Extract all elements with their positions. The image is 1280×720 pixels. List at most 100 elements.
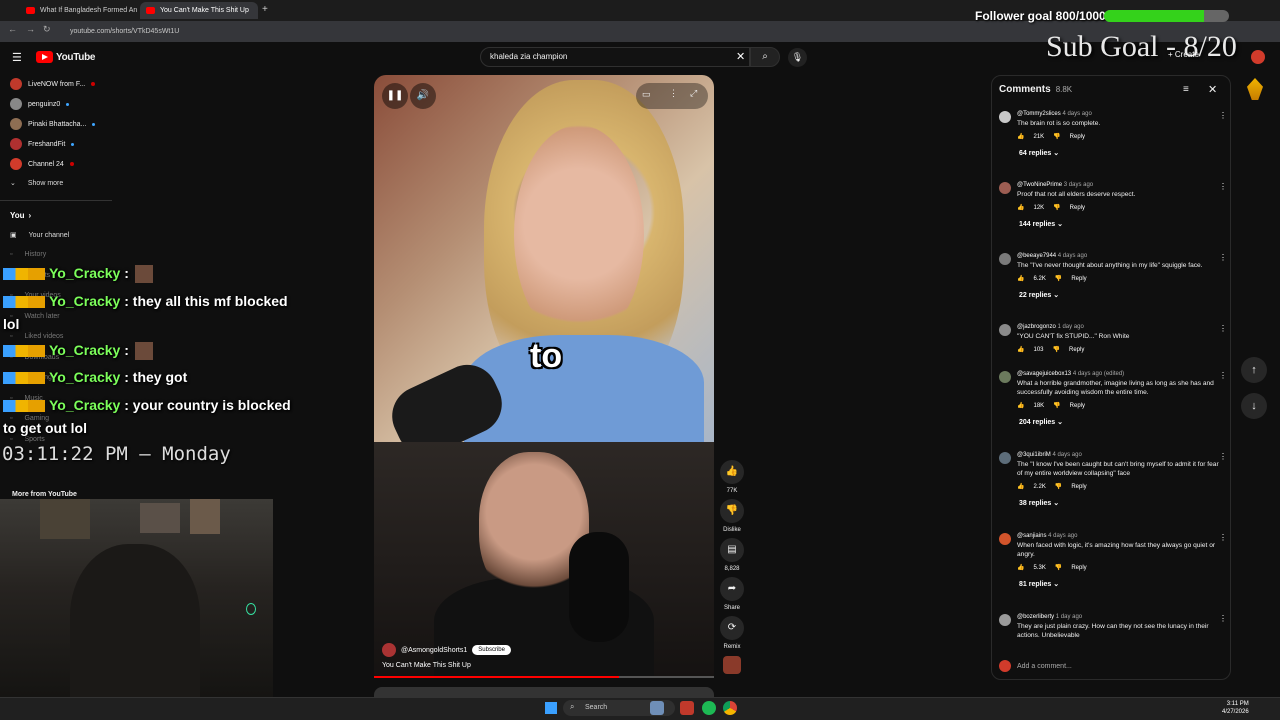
sidebar-subscription[interactable]: Pinaki Bhattacha... (10, 115, 96, 133)
account-avatar[interactable] (1251, 50, 1265, 64)
channel-avatar[interactable] (382, 643, 396, 657)
app-icon[interactable] (680, 701, 694, 715)
video-progress-bar[interactable] (374, 676, 714, 678)
comment-action[interactable]: ▤ 8,828 (720, 538, 744, 572)
fullscreen-icon[interactable]: ⤢ (690, 88, 697, 99)
pause-button[interactable]: ❚❚ (382, 83, 408, 109)
comment-author[interactable]: @TwoNinePrime (1017, 182, 1062, 188)
commenter-avatar[interactable] (999, 324, 1011, 336)
remix-action[interactable]: ⟳ Remix (720, 616, 744, 650)
dislike-icon[interactable]: 👎 (1055, 564, 1062, 571)
comment-more-icon[interactable]: ⋮ (1219, 111, 1227, 120)
dislike-icon[interactable]: 👎 (1055, 275, 1062, 282)
view-replies-button[interactable]: 64 replies ⌄ (1019, 149, 1225, 157)
sound-thumbnail[interactable] (723, 656, 741, 674)
like-action[interactable]: 👍 77K (720, 460, 744, 494)
comment-more-icon[interactable]: ⋮ (1219, 533, 1227, 542)
commenter-avatar[interactable] (999, 371, 1011, 383)
like-icon[interactable]: 👍 (1017, 133, 1024, 140)
dislike-icon[interactable]: 👎 (1055, 483, 1062, 490)
sidebar-you-header[interactable]: You › (10, 211, 31, 220)
previous-short-button[interactable]: ↑ (1241, 357, 1267, 383)
dislike-icon[interactable]: 👎 (720, 499, 744, 523)
sidebar-subscription[interactable]: Channel 24 (10, 155, 74, 173)
commenter-avatar[interactable] (999, 533, 1011, 545)
sort-comments-icon[interactable]: ≡ (1183, 84, 1189, 95)
reply-button[interactable]: Reply (1071, 565, 1086, 571)
like-icon[interactable]: 👍 (1017, 204, 1024, 211)
comment-author[interactable]: @beeaye7944 (1017, 253, 1056, 259)
reply-button[interactable]: Reply (1071, 484, 1086, 490)
next-short-button[interactable]: ↓ (1241, 393, 1267, 419)
comment-author[interactable]: @3qui1ibriM (1017, 452, 1051, 458)
forward-icon[interactable]: → (26, 24, 35, 34)
like-icon[interactable]: 👍 (1017, 346, 1024, 353)
sidebar-item[interactable]: ▫ History (10, 251, 46, 258)
share-icon[interactable]: ➦ (720, 577, 744, 601)
shorts-video-player[interactable]: to ❚❚ 🔊 ▭ ⋮ ⤢ (374, 75, 714, 442)
comment-author[interactable]: @Tommy2slices (1017, 111, 1061, 117)
channel-name[interactable]: @AsmongoldShorts1 (401, 647, 467, 654)
reply-button[interactable]: Reply (1069, 347, 1084, 353)
dislike-action[interactable]: 👎 Dislike (720, 499, 744, 533)
dislike-icon[interactable]: 👎 (1053, 133, 1060, 140)
view-replies-button[interactable]: 81 replies ⌄ (1019, 580, 1225, 588)
comment-more-icon[interactable]: ⋮ (1219, 182, 1227, 191)
commenter-avatar[interactable] (999, 452, 1011, 464)
view-replies-button[interactable]: 204 replies ⌄ (1019, 418, 1225, 426)
volume-button[interactable]: 🔊 (410, 83, 436, 109)
next-short-thumbnail[interactable] (374, 687, 714, 697)
new-tab-icon[interactable]: + (262, 4, 268, 15)
reply-button[interactable]: Reply (1070, 205, 1085, 211)
like-icon[interactable]: 👍 (1017, 275, 1024, 282)
comment-author[interactable]: @jazbrogonzo (1017, 324, 1056, 330)
comment-more-icon[interactable]: ⋮ (1219, 371, 1227, 380)
view-replies-button[interactable]: 22 replies ⌄ (1019, 291, 1225, 299)
spotify-icon[interactable] (702, 701, 716, 715)
share-action[interactable]: ➦ Share (720, 577, 744, 611)
more-options-icon[interactable]: ⋮ (669, 88, 678, 99)
voice-search-button[interactable]: 🎙 (788, 48, 807, 67)
comment-author[interactable]: @savagejuicebox13 (1017, 371, 1071, 377)
windows-start-icon[interactable] (545, 702, 557, 714)
close-comments-icon[interactable]: ✕ (1208, 83, 1217, 96)
add-comment-row[interactable]: Add a comment... (999, 660, 1072, 672)
subscribe-button[interactable]: Subscribe (472, 645, 511, 655)
create-button[interactable]: + Create (1168, 50, 1199, 59)
remix-icon[interactable]: ⟳ (720, 616, 744, 640)
sidebar-subscription[interactable]: penguinz0 (10, 95, 70, 113)
sidebar-item-your-channel[interactable]: ▣ Your channel (10, 231, 69, 240)
commenter-avatar[interactable] (999, 614, 1011, 626)
dislike-icon[interactable]: 👎 (1053, 402, 1060, 409)
reply-button[interactable]: Reply (1070, 403, 1085, 409)
comment-icon[interactable]: ▤ (720, 538, 744, 562)
browser-tab[interactable]: What If Bangladesh Formed An (20, 2, 138, 19)
back-icon[interactable]: ← (8, 24, 17, 34)
like-icon[interactable]: 👍 (1017, 402, 1024, 409)
show-more-button[interactable]: ⌄ Show more (10, 179, 63, 188)
sidebar-subscription[interactable]: FreshandFit (10, 135, 75, 153)
comment-more-icon[interactable]: ⋮ (1219, 614, 1227, 623)
youtube-logo[interactable]: YouTube (36, 51, 96, 63)
sidebar-subscription[interactable]: LiveNOW from F... (10, 75, 96, 93)
chrome-icon[interactable] (723, 701, 737, 715)
comment-author[interactable]: @sanjiains (1017, 533, 1046, 539)
commenter-avatar[interactable] (999, 182, 1011, 194)
hamburger-menu-icon[interactable]: ☰ (12, 51, 22, 64)
add-comment-input[interactable]: Add a comment... (1017, 663, 1072, 670)
comment-more-icon[interactable]: ⋮ (1219, 324, 1227, 333)
search-button[interactable]: ⌕ (750, 47, 780, 67)
sidebar-item[interactable]: ▫ Sports (10, 436, 45, 443)
video-title[interactable]: You Can't Make This Shit Up (382, 662, 471, 669)
comment-more-icon[interactable]: ⋮ (1219, 452, 1227, 461)
sidebar-item[interactable]: ▫ Liked videos (10, 333, 63, 340)
clear-search-icon[interactable]: ✕ (736, 50, 745, 63)
reply-button[interactable]: Reply (1071, 276, 1086, 282)
comment-more-icon[interactable]: ⋮ (1219, 253, 1227, 262)
commenter-avatar[interactable] (999, 111, 1011, 123)
like-icon[interactable]: 👍 (720, 460, 744, 484)
commenter-avatar[interactable] (999, 253, 1011, 265)
view-replies-button[interactable]: 38 replies ⌄ (1019, 499, 1225, 507)
browser-tab-active[interactable]: You Can't Make This Shit Up (140, 2, 258, 19)
url-field[interactable]: youtube.com/shorts/VTkD45sWt1U (70, 25, 830, 38)
